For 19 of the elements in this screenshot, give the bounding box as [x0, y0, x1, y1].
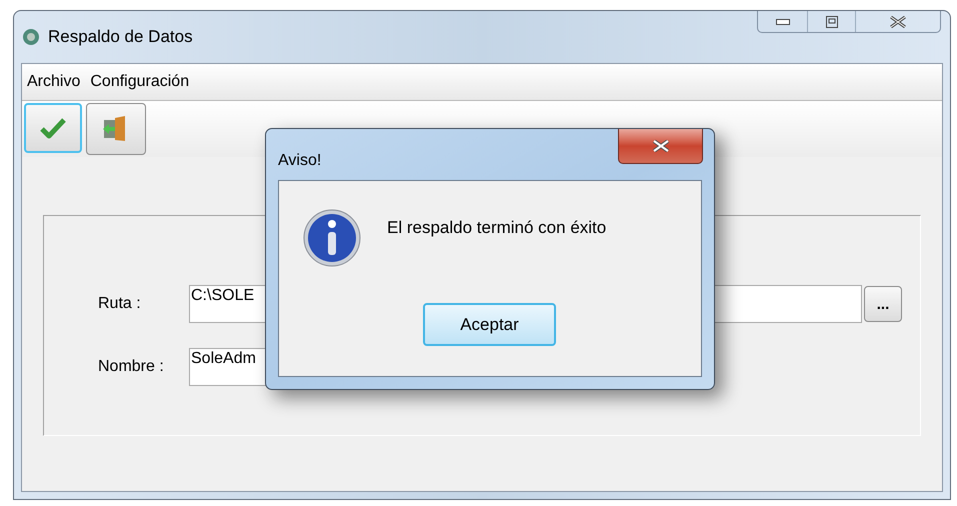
close-icon — [889, 16, 907, 28]
window-title: Respaldo de Datos — [48, 26, 193, 48]
dialog-close-button[interactable] — [618, 129, 703, 164]
dialog-message: El respaldo terminó con éxito — [387, 217, 606, 239]
close-icon — [652, 140, 670, 152]
menu-item[interactable]: Configuración — [90, 70, 190, 94]
accept-button[interactable]: Aceptar — [423, 303, 556, 346]
minimize-icon — [776, 18, 790, 24]
exit-button[interactable] — [86, 103, 146, 155]
field-label: Ruta : — [98, 294, 142, 314]
browse-button[interactable]: ... — [864, 286, 902, 322]
dialog-title: Aviso! — [278, 151, 322, 171]
menu-item[interactable]: Archivo — [27, 70, 80, 94]
app-icon — [22, 28, 40, 46]
checkmark-icon — [40, 117, 66, 139]
maximize-icon — [826, 16, 838, 28]
confirm-button[interactable] — [24, 103, 82, 153]
field-label: Nombre : — [98, 357, 165, 377]
info-icon — [302, 208, 362, 268]
